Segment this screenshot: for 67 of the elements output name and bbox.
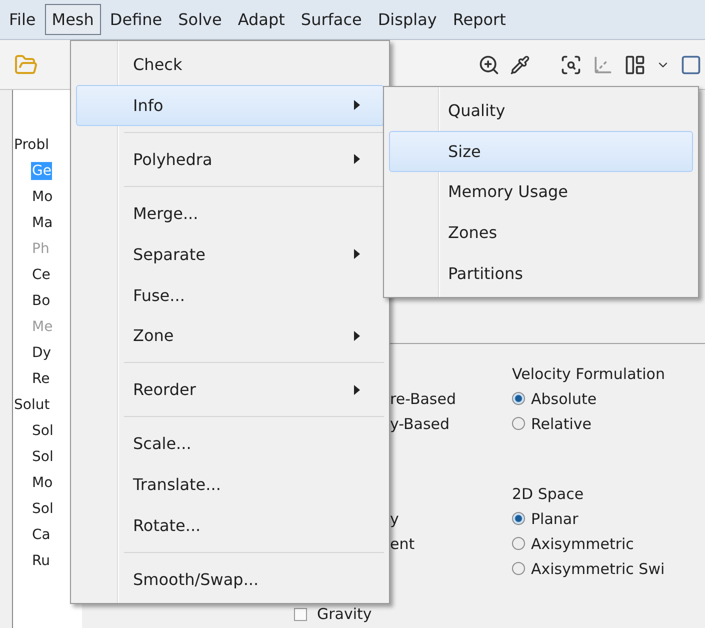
radio-button[interactable] [512, 417, 525, 430]
tree-item[interactable]: Ru [31, 552, 51, 570]
radio-label: Absolute [531, 390, 597, 408]
submenu-arrow-icon [353, 100, 361, 110]
radio-label: Axisymmetric [531, 534, 634, 552]
menu-item[interactable]: Size [389, 130, 693, 172]
menu-item[interactable]: Fuse... [76, 274, 384, 316]
search-icon[interactable] [560, 54, 582, 76]
menu-item[interactable]: Adapt [230, 4, 292, 35]
tree-item[interactable]: Re [31, 370, 51, 388]
menu-item[interactable]: Scale... [76, 423, 384, 464]
menu-item[interactable]: Separate [76, 234, 384, 275]
menu-item[interactable]: Define [102, 4, 170, 35]
tree-item[interactable]: Ma [31, 214, 54, 232]
menu-item[interactable]: Mesh [44, 4, 101, 35]
option-label: y-Based [390, 414, 451, 434]
group-title: 2D Space [512, 484, 585, 504]
menu-item[interactable]: Info [76, 84, 384, 126]
menu-item[interactable]: Zone [76, 315, 384, 356]
menu-item[interactable]: Polyhedra [76, 138, 384, 180]
menu-item[interactable]: Memory Usage [389, 172, 693, 212]
gravity-checkbox[interactable] [294, 608, 307, 620]
menu-item[interactable]: Display [370, 4, 444, 35]
option-label: re-Based [390, 388, 457, 410]
menu-item[interactable]: Rotate... [76, 505, 384, 546]
tree-item[interactable]: Mo [31, 474, 54, 492]
radio-label: Planar [531, 510, 578, 528]
option-label: ent [390, 534, 416, 554]
menu-item[interactable]: Quality [389, 90, 693, 131]
tree-item[interactable]: Dy [31, 344, 52, 362]
layout-icon[interactable] [624, 54, 646, 76]
radio-label: Relative [531, 414, 592, 432]
tree-item[interactable]: Ca [31, 526, 52, 544]
tree-item[interactable]: Probl [13, 136, 50, 154]
submenu-arrow-icon [353, 154, 361, 164]
menu-item[interactable]: Check [76, 44, 384, 85]
menu-item[interactable]: Reorder [76, 369, 384, 410]
option-label: y [390, 508, 400, 530]
menu-item[interactable]: Report [446, 4, 513, 35]
tree-item[interactable]: Mo [31, 188, 54, 206]
zoom-in-icon[interactable] [478, 54, 500, 76]
tree-item[interactable]: Sol [31, 500, 54, 518]
radio-button[interactable] [512, 512, 525, 525]
window-icon[interactable] [680, 54, 702, 76]
eyedropper-icon[interactable] [510, 54, 530, 74]
tree-item[interactable]: Ce [31, 266, 52, 284]
group-title: Velocity Formulation [512, 364, 666, 384]
radio-button[interactable] [512, 562, 525, 575]
menu-item[interactable]: Solve [171, 4, 229, 35]
tree-item[interactable]: Bo [31, 292, 52, 310]
menu-item[interactable]: Surface [294, 4, 369, 35]
menu-item[interactable]: Merge... [76, 192, 384, 234]
menu-item[interactable]: Partitions [389, 253, 693, 294]
menu-item[interactable]: File [2, 4, 43, 35]
tree-item[interactable]: Solut [13, 396, 51, 414]
menu-item[interactable]: Smooth/Swap... [76, 558, 384, 600]
menu-item[interactable]: Translate... [76, 464, 384, 506]
radio-button[interactable] [512, 537, 525, 550]
tree-item[interactable]: Sol [31, 448, 54, 466]
submenu-arrow-icon [353, 384, 361, 395]
submenu-arrow-icon [353, 249, 361, 260]
radio-button[interactable] [512, 392, 525, 405]
menu-item[interactable]: Zones [389, 212, 693, 254]
checkbox-label: Gravity [317, 605, 372, 623]
tree-item[interactable]: Sol [31, 422, 54, 440]
radio-label: Axisymmetric Swi [531, 560, 665, 578]
submenu-arrow-icon [353, 330, 361, 341]
